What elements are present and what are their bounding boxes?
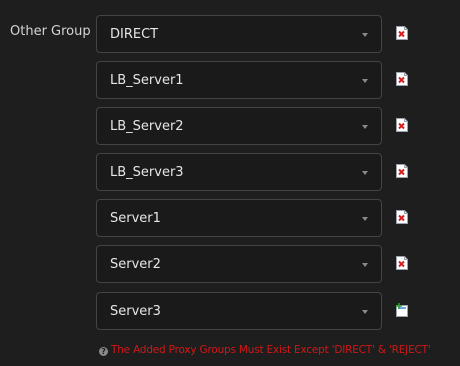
- chevron-down-icon: [362, 171, 368, 175]
- proxy-group-select[interactable]: LB_Server1: [96, 61, 382, 99]
- help-icon: ?: [99, 347, 108, 356]
- select-value: LB_Server1: [110, 73, 184, 88]
- delete-icon[interactable]: [395, 72, 409, 86]
- proxy-group-select[interactable]: Server2: [96, 245, 382, 283]
- select-value: Server3: [110, 304, 161, 319]
- chevron-down-icon: [362, 79, 368, 83]
- delete-icon[interactable]: [395, 256, 409, 270]
- delete-icon[interactable]: [395, 164, 409, 178]
- group-row: LB_Server3: [96, 153, 416, 191]
- chevron-down-icon: [362, 310, 368, 314]
- chevron-down-icon: [362, 125, 368, 129]
- proxy-group-select[interactable]: LB_Server2: [96, 107, 382, 145]
- proxy-group-select[interactable]: DIRECT: [96, 15, 382, 53]
- group-row: Server2: [96, 245, 416, 283]
- chevron-down-icon: [362, 33, 368, 37]
- delete-icon[interactable]: [395, 26, 409, 40]
- select-value: LB_Server3: [110, 165, 184, 180]
- field-label: Other Group: [10, 24, 91, 39]
- help-text: The Added Proxy Groups Must Exist Except…: [111, 344, 431, 356]
- group-row: Server3: [96, 292, 416, 330]
- select-value: Server2: [110, 257, 161, 272]
- group-row: LB_Server2: [96, 107, 416, 145]
- select-value: Server1: [110, 211, 161, 226]
- group-row: LB_Server1: [96, 61, 416, 99]
- chevron-down-icon: [362, 263, 368, 267]
- help-note: ? The Added Proxy Groups Must Exist Excep…: [99, 344, 431, 356]
- select-value: DIRECT: [110, 27, 159, 42]
- proxy-group-select[interactable]: LB_Server3: [96, 153, 382, 191]
- add-icon[interactable]: [395, 303, 409, 317]
- proxy-group-select[interactable]: Server1: [96, 199, 382, 237]
- proxy-group-select[interactable]: Server3: [96, 292, 382, 330]
- group-row: Server1: [96, 199, 416, 237]
- chevron-down-icon: [362, 217, 368, 221]
- select-value: LB_Server2: [110, 119, 184, 134]
- delete-icon[interactable]: [395, 118, 409, 132]
- group-row: DIRECT: [96, 15, 416, 53]
- delete-icon[interactable]: [395, 210, 409, 224]
